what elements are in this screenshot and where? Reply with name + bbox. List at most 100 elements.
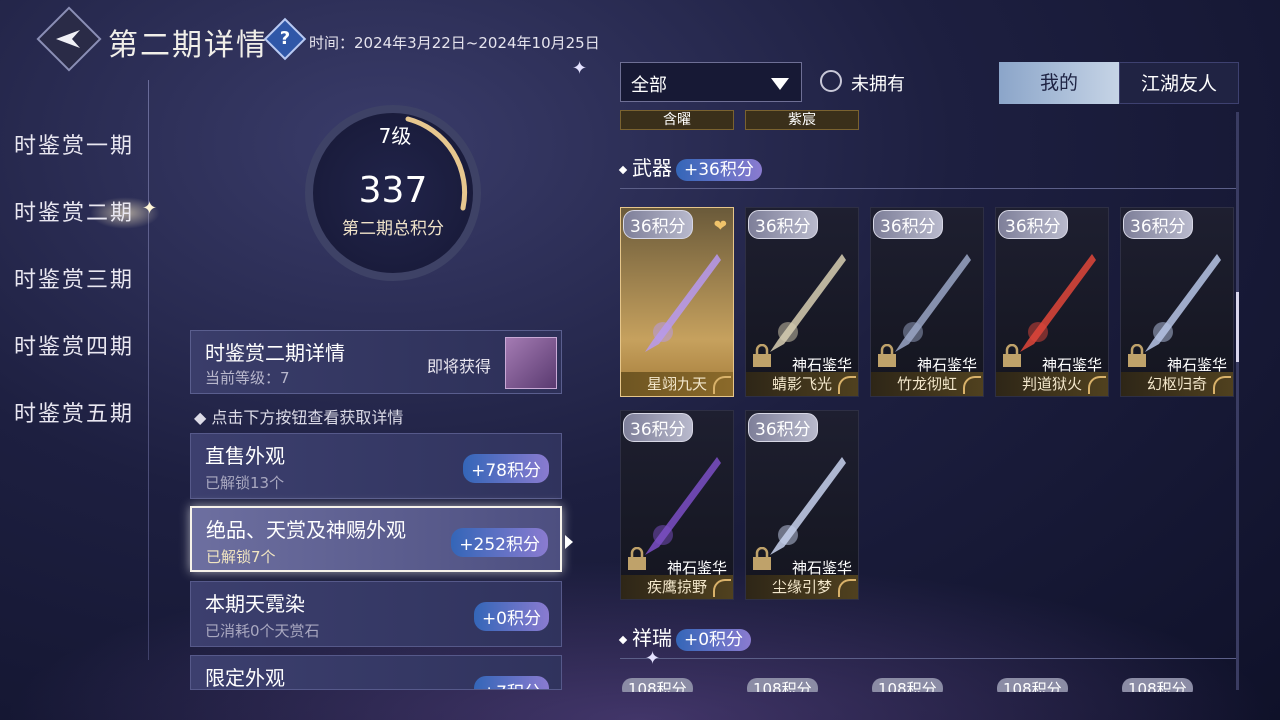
- auspicious-card[interactable]: 108积分: [1120, 678, 1234, 692]
- weapon-card[interactable]: 36积分 神石鉴华 幻枢归奇: [1120, 207, 1234, 397]
- back-arrow-icon: [56, 30, 80, 48]
- section-auspicious-title: 祥瑞 +0积分: [618, 622, 752, 651]
- current-level: 当前等级：7: [205, 369, 290, 387]
- category-title: 本期天霓染: [205, 592, 305, 616]
- lock-icon: [753, 344, 771, 367]
- card-name: 尘缘引梦: [746, 575, 858, 599]
- lock-icon: [1128, 344, 1146, 367]
- corner-ornament-icon: [713, 376, 731, 394]
- card-points: 36积分: [998, 210, 1068, 239]
- scrollbar-thumb[interactable]: [1236, 292, 1239, 362]
- category-premium[interactable]: 绝品、天赏及神赐外观 已解锁7个 +252积分: [190, 506, 562, 572]
- lock-icon: [628, 547, 646, 570]
- category-sub: 已解锁13个: [205, 474, 285, 492]
- category-limited[interactable]: 限定外观 +7积分: [190, 655, 562, 690]
- hint-label: 点击下方按钮查看获取详情: [211, 408, 404, 427]
- detail-title: 时鉴赏二期详情: [205, 341, 345, 365]
- back-button[interactable]: [36, 6, 102, 72]
- weapon-art-icon: [645, 457, 721, 555]
- season-detail-card[interactable]: 时鉴赏二期详情 当前等级：7 即将获得: [190, 330, 562, 394]
- nav-divider: [148, 80, 149, 660]
- period-text: 时间：2024年3月22日~2024年10月25日: [309, 34, 600, 52]
- card-points: 108积分: [747, 678, 818, 692]
- auspicious-card[interactable]: 108积分: [870, 678, 984, 692]
- weapon-card[interactable]: 36积分 神石鉴华 尘缘引梦: [745, 410, 859, 600]
- auspicious-card[interactable]: 108积分: [995, 678, 1109, 692]
- weapon-card[interactable]: 36积分 ❤ 星翊九天: [620, 207, 734, 397]
- sparkle-icon: ✦: [142, 198, 158, 219]
- card-points: 36积分: [623, 413, 693, 442]
- category-sub: 已消耗0个天赏石: [205, 622, 320, 640]
- corner-ornament-icon: [713, 579, 731, 597]
- not-owned-label[interactable]: 未拥有: [851, 70, 905, 96]
- active-arrow-icon: [565, 535, 573, 549]
- weapon-art-icon: [770, 457, 846, 555]
- dropdown-value: 全部: [631, 75, 667, 96]
- category-sub: 已解锁7个: [206, 548, 276, 566]
- card-points: 108积分: [622, 678, 693, 692]
- section-points: +36积分: [676, 159, 762, 181]
- card-name: 幻枢归奇: [1121, 372, 1233, 396]
- auspicious-card[interactable]: 108积分: [745, 678, 859, 692]
- card-name-label: 幻枢归奇: [1146, 375, 1207, 393]
- corner-ornament-icon: [1213, 376, 1231, 394]
- nav-item-season-4[interactable]: 时鉴赏四期: [14, 329, 134, 396]
- weapon-card[interactable]: 36积分 神石鉴华 疾鹰掠野: [620, 410, 734, 600]
- card-name-label: 星翊九天: [646, 375, 707, 393]
- help-button[interactable]: ?: [263, 17, 307, 61]
- total-score-label: 第二期总积分: [342, 219, 444, 239]
- nav-item-season-2[interactable]: 时鉴赏二期: [14, 195, 134, 262]
- scrollbar-track[interactable]: [1236, 112, 1239, 690]
- weapon-card[interactable]: 36积分 神石鉴华 蜻影飞光: [745, 207, 859, 397]
- card-name-label: 判道狱火: [1021, 375, 1082, 393]
- card-name-label: 尘缘引梦: [771, 578, 832, 596]
- section-weapons-title: 武器 +36积分: [618, 152, 762, 181]
- nav-item-season-3[interactable]: 时鉴赏三期: [14, 262, 134, 329]
- card-name-label: 竹龙彻虹: [896, 375, 957, 393]
- card-name: 判道狱火: [996, 372, 1108, 396]
- filter-dropdown[interactable]: 全部: [620, 62, 802, 102]
- corner-ornament-icon: [838, 376, 856, 394]
- section-points: +0积分: [676, 629, 752, 651]
- help-icon: ?: [279, 28, 291, 49]
- category-dye[interactable]: 本期天霓染 已消耗0个天赏石 +0积分: [190, 581, 562, 647]
- auspicious-card[interactable]: 108积分: [620, 678, 734, 692]
- hint-text: ◆ 点击下方按钮查看获取详情: [194, 408, 404, 427]
- card-name: 星翊九天: [621, 372, 733, 396]
- tab-mine[interactable]: 我的: [999, 62, 1119, 104]
- total-score: 337: [358, 170, 428, 211]
- card-points: 108积分: [872, 678, 943, 692]
- corner-ornament-icon: [838, 579, 856, 597]
- page-title: 第二期详情: [108, 28, 268, 63]
- card-name: 疾鹰掠野: [621, 575, 733, 599]
- not-owned-radio[interactable]: [820, 70, 842, 92]
- item-name-strip[interactable]: 紫宸: [745, 110, 859, 130]
- section-label: 武器: [632, 156, 672, 180]
- category-title: 绝品、天赏及神赐外观: [206, 518, 406, 542]
- card-points: 108积分: [997, 678, 1068, 692]
- nav-item-season-5[interactable]: 时鉴赏五期: [14, 396, 134, 463]
- item-name-strip[interactable]: 含曜: [620, 110, 734, 130]
- card-points: 36积分: [873, 210, 943, 239]
- card-name-label: 蜻影飞光: [771, 375, 832, 393]
- section-label: 祥瑞: [632, 626, 672, 650]
- heart-icon[interactable]: ❤: [714, 216, 727, 235]
- chevron-down-icon: [771, 78, 789, 90]
- corner-ornament-icon: [963, 376, 981, 394]
- category-points: +252积分: [451, 528, 548, 557]
- weapon-art-icon: [895, 254, 971, 352]
- weapon-card[interactable]: 36积分 神石鉴华 竹龙彻虹: [870, 207, 984, 397]
- card-points: 108积分: [1122, 678, 1193, 692]
- card-name: 竹龙彻虹: [871, 372, 983, 396]
- reward-thumbnail[interactable]: [505, 337, 557, 389]
- lock-icon: [753, 547, 771, 570]
- section-divider: [620, 188, 1236, 189]
- weapon-art-icon: [1145, 254, 1221, 352]
- category-points: +78积分: [463, 454, 549, 483]
- category-points: +0积分: [473, 602, 549, 631]
- weapon-card[interactable]: 36积分 神石鉴华 判道狱火: [995, 207, 1109, 397]
- tab-friends[interactable]: 江湖友人: [1119, 62, 1239, 104]
- weapon-art-icon: [645, 254, 721, 352]
- weapon-art-icon: [770, 254, 846, 352]
- category-direct-sale[interactable]: 直售外观 已解锁13个 +78积分: [190, 433, 562, 499]
